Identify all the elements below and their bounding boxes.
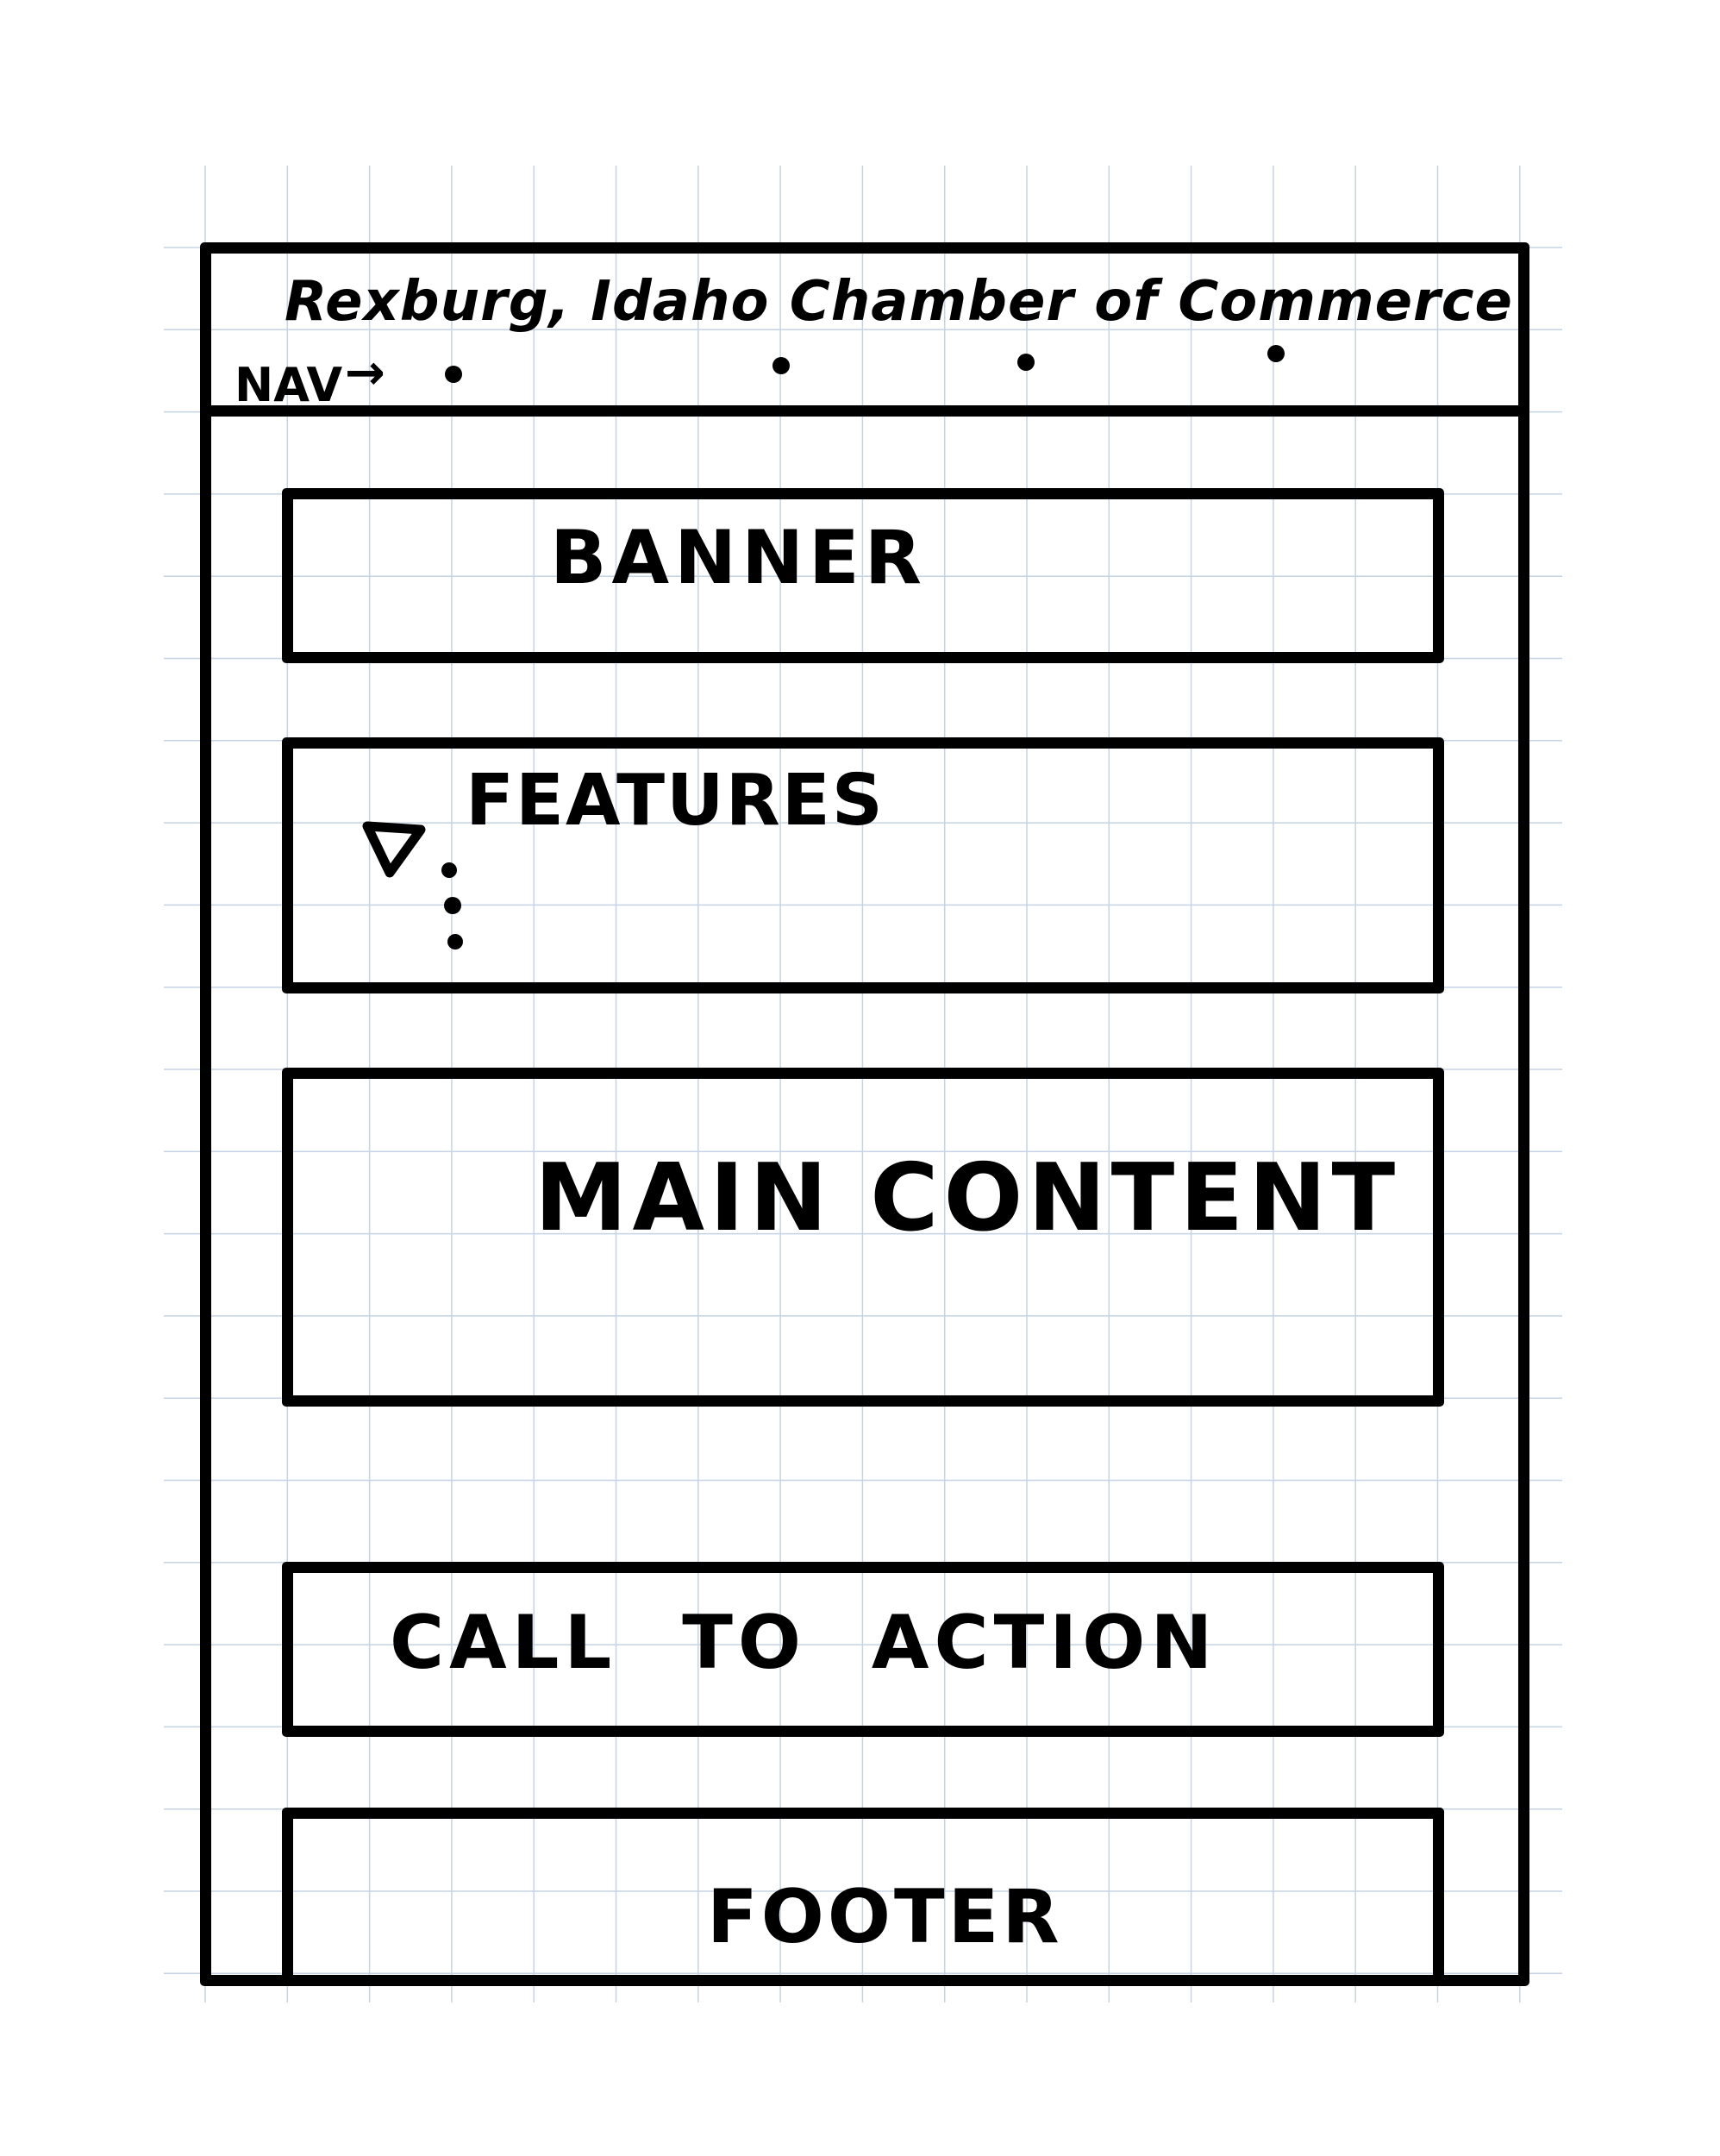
footer-label: FOOTER [707,1874,1063,1960]
wireframe-sketch: Rexburg, Idaho Chamber of Commerce NAV →… [0,0,1720,2156]
triangle-down-icon [362,821,426,878]
site-title: Rexburg, Idaho Chamber of Commerce [285,270,1513,334]
nav-arrow-icon: → [345,345,385,401]
main-content-label: MAIN CONTENT [535,1144,1401,1252]
features-label: FEATURES [466,760,885,842]
nav-item-4[interactable] [1267,345,1285,362]
banner-label: BANNER [550,515,928,601]
features-bullet-3 [447,934,463,950]
call-to-action-label: CALL TO ACTION [390,1600,1218,1686]
features-bullet-2 [444,897,461,914]
nav-item-3[interactable] [1017,354,1035,371]
nav-item-2[interactable] [772,357,790,374]
nav-label: NAV [235,358,343,412]
nav-item-1[interactable] [445,366,462,383]
features-bullet-1 [441,862,457,878]
header-divider [200,405,1529,417]
